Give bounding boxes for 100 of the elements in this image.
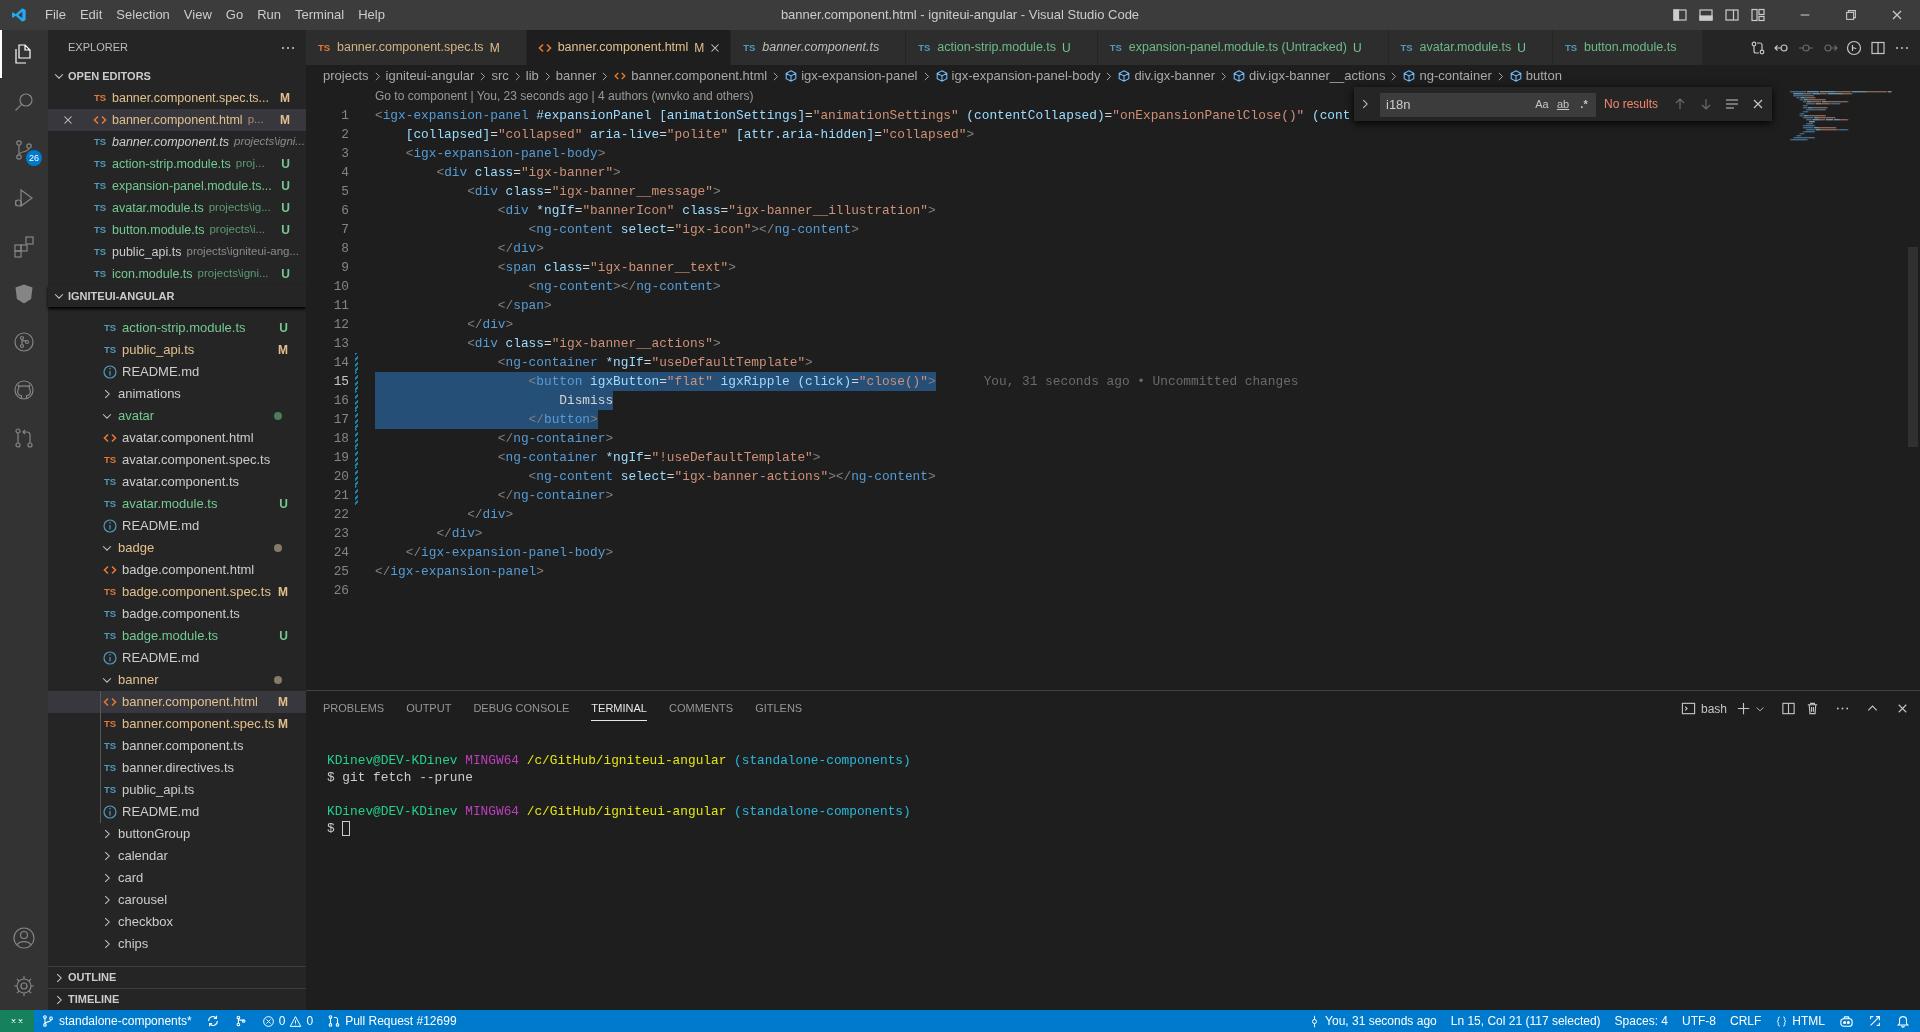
- trash-icon[interactable]: [1805, 701, 1820, 716]
- codelens[interactable]: Go to component | You, 23 seconds ago | 4 authors (wnvko and others): [375, 87, 754, 106]
- tree-entry[interactable]: TS banner.component.spec.ts M: [48, 713, 306, 735]
- compare-changes-icon[interactable]: [1750, 39, 1766, 56]
- breadcrumb-item[interactable]: banner: [555, 66, 597, 86]
- tree-entry[interactable]: TS public_api.ts: [48, 779, 306, 801]
- open-editor-item[interactable]: TS banner.component.ts projects\igni...: [48, 131, 306, 153]
- menu-item[interactable]: Selection: [109, 5, 177, 25]
- restore-icon[interactable]: [1844, 8, 1858, 22]
- blame-status[interactable]: You, 31 seconds ago: [1301, 1010, 1444, 1032]
- section-header[interactable]: OPEN EDITORS: [48, 65, 306, 87]
- account-icon[interactable]: [12, 926, 36, 950]
- menu-item[interactable]: View: [176, 5, 219, 25]
- breadcrumb-item[interactable]: lib: [525, 66, 539, 86]
- pull-request-icon[interactable]: [12, 426, 36, 450]
- breadcrumb-item[interactable]: div.igx-banner: [1134, 66, 1216, 86]
- section-header[interactable]: OUTLINE: [48, 966, 306, 988]
- open-editor-item[interactable]: TS button.module.ts projects\i... U: [48, 219, 306, 241]
- tree-entry[interactable]: TS public_api.ts M: [48, 339, 306, 361]
- github-icon[interactable]: [12, 378, 36, 402]
- menu-item[interactable]: Help: [351, 5, 392, 25]
- split-editor-icon[interactable]: [1870, 39, 1886, 56]
- panel-tab[interactable]: OUTPUT: [406, 696, 452, 721]
- tree-entry[interactable]: avatar.component.html: [48, 427, 306, 449]
- folder-item[interactable]: badge: [48, 537, 306, 559]
- panel-tab[interactable]: GITLENS: [755, 696, 803, 721]
- tree-entry[interactable]: TS avatar.component.spec.ts: [48, 449, 306, 471]
- menu-item[interactable]: Terminal: [288, 5, 352, 25]
- sync-icon[interactable]: [205, 1014, 220, 1028]
- terminal-icon[interactable]: [1680, 701, 1696, 716]
- folder-item[interactable]: card: [48, 867, 306, 889]
- language-status[interactable]: HTML: [1768, 1010, 1832, 1032]
- open-editor-item[interactable]: TS avatar.module.ts projects\ig... U: [48, 197, 306, 219]
- breadcrumb-item[interactable]: button: [1525, 66, 1562, 86]
- breadcrumb-item[interactable]: div.igx-banner__actions: [1249, 66, 1386, 86]
- tree-entry[interactable]: README.md: [48, 801, 306, 823]
- shell-name[interactable]: bash: [1700, 699, 1727, 718]
- tree-entry[interactable]: TS banner.component.ts: [48, 735, 306, 757]
- find-in-selection-icon[interactable]: [1724, 96, 1740, 112]
- extensions-icon[interactable]: [12, 234, 36, 258]
- sidebar-toggle-icon[interactable]: [1672, 7, 1688, 23]
- tree-entry[interactable]: TS badge.component.spec.ts M: [48, 581, 306, 603]
- editor-tab[interactable]: banner.component.html M: [526, 30, 732, 65]
- status-item[interactable]: Spaces: 4: [1607, 1010, 1675, 1032]
- search-option-toggle[interactable]: Aa: [1533, 95, 1551, 113]
- panel-toggle-icon[interactable]: [1698, 7, 1714, 23]
- menu-item[interactable]: Edit: [72, 5, 110, 25]
- status-item[interactable]: UTF-8: [1675, 1010, 1723, 1032]
- bell-icon[interactable]: [1896, 1014, 1910, 1028]
- tree-entry[interactable]: TS banner.directives.ts: [48, 757, 306, 779]
- folder-item[interactable]: chips: [48, 933, 306, 955]
- menu-item[interactable]: Run: [250, 5, 288, 25]
- section-header[interactable]: IGNITEUI-ANGULAR: [48, 285, 306, 307]
- editor-tab[interactable]: TS avatar.module.ts U: [1388, 30, 1553, 65]
- folder-item[interactable]: checkbox: [48, 911, 306, 933]
- open-editor-item[interactable]: TS banner.component.spec.ts... M: [48, 87, 306, 109]
- breadcrumb-item[interactable]: igniteui-angular: [385, 66, 475, 86]
- panel-tab[interactable]: PROBLEMS: [323, 696, 385, 721]
- tree-entry[interactable]: README.md: [48, 361, 306, 383]
- status-item[interactable]: Ln 15, Col 21 (117 selected): [1443, 1010, 1608, 1032]
- feedback-icon[interactable]: [1868, 1014, 1882, 1028]
- editor-tab[interactable]: TS expansion-panel.module.ts (Untracked) U: [1097, 30, 1389, 65]
- split-icon[interactable]: [1781, 701, 1796, 716]
- search-option-toggle[interactable]: .*: [1575, 95, 1593, 113]
- editor-tab[interactable]: TS banner.component.ts: [731, 30, 907, 65]
- editor-tab[interactable]: TS banner.component.spec.ts M: [306, 30, 527, 65]
- open-editor-item[interactable]: TS action-strip.module.ts proj... U: [48, 153, 306, 175]
- branch-circle-icon[interactable]: [1846, 39, 1862, 56]
- settings-icon[interactable]: [12, 974, 36, 998]
- breadcrumb-item[interactable]: src: [491, 66, 509, 86]
- breadcrumb-item[interactable]: igx-expansion-panel-body: [951, 66, 1101, 86]
- folder-item[interactable]: buttonGroup: [48, 823, 306, 845]
- layout-icon[interactable]: [1750, 7, 1766, 23]
- breadcrumb-item[interactable]: projects: [323, 66, 369, 86]
- secondary-sidebar-icon[interactable]: [1724, 7, 1740, 23]
- breadcrumb-item[interactable]: ng-container: [1419, 66, 1492, 86]
- tree-entry[interactable]: README.md: [48, 647, 306, 669]
- open-editor-item[interactable]: TS icon.module.ts projects\igni... U: [48, 263, 306, 285]
- tree-entry[interactable]: banner.component.html M: [48, 691, 306, 713]
- folder-item[interactable]: banner: [48, 669, 306, 691]
- open-editor-item[interactable]: TS public_api.ts projects\igniteui-ang...: [48, 241, 306, 263]
- search-option-toggle[interactable]: ab: [1554, 95, 1572, 113]
- panel-tab[interactable]: DEBUG CONSOLE: [473, 696, 570, 721]
- breadcrumb-item[interactable]: banner.component.html: [631, 66, 768, 86]
- open-editor-item[interactable]: TS expansion-panel.module.ts... U: [48, 175, 306, 197]
- tree-entry[interactable]: TS avatar.component.ts: [48, 471, 306, 493]
- plus-icon[interactable]: [1736, 701, 1751, 716]
- activity-button[interactable]: 26: [0, 126, 48, 174]
- menu-item[interactable]: Go: [218, 5, 251, 25]
- editor-tab[interactable]: TS button.module.ts: [1552, 30, 1704, 65]
- editor-tab[interactable]: TS action-strip.module.ts U: [906, 30, 1098, 65]
- tree-entry[interactable]: README.md: [48, 515, 306, 537]
- tree-entry[interactable]: TS badge.module.ts U: [48, 625, 306, 647]
- open-editor-item[interactable]: banner.component.html p... M: [48, 109, 306, 131]
- folder-item[interactable]: carousel: [48, 889, 306, 911]
- tree-entry[interactable]: TS avatar.module.ts U: [48, 493, 306, 515]
- status-item[interactable]: CRLF: [1723, 1010, 1769, 1032]
- pull-request-status[interactable]: Pull Request #12699: [320, 1010, 464, 1032]
- folder-item[interactable]: calendar: [48, 845, 306, 867]
- menu-item[interactable]: File: [38, 5, 73, 25]
